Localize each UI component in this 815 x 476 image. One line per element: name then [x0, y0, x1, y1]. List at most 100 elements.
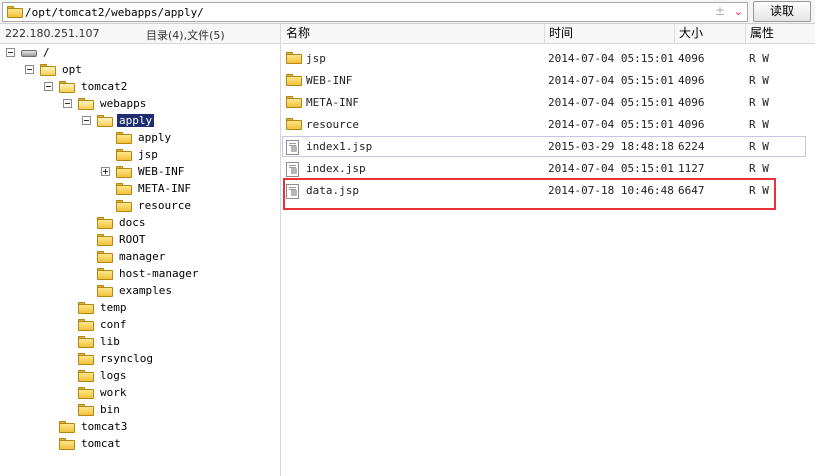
column-header-time[interactable]: 时间 [545, 24, 675, 44]
tree-label: logs [100, 369, 127, 382]
file-name: index.jsp [306, 162, 366, 175]
file-attr: R W [749, 96, 769, 109]
tree-node-root-dir[interactable]: ROOT [97, 231, 148, 248]
server-ip: 222.180.251.107 [5, 27, 100, 40]
file-size: 4096 [678, 118, 705, 131]
file-size: 4096 [678, 52, 705, 65]
tree-label-selected: apply [117, 114, 155, 127]
tree-node-conf[interactable]: conf [78, 316, 129, 333]
file-row[interactable]: index.jsp 2014-07-04 05:15:01 1127 R W [282, 158, 815, 179]
tree-node-work[interactable]: work [78, 384, 129, 401]
chevron-down-icon[interactable]: ⌄ [734, 5, 743, 18]
tree-label: ROOT [119, 233, 146, 246]
tree-node-meta-inf[interactable]: META-INF [116, 180, 193, 197]
collapse-icon[interactable] [63, 99, 72, 108]
file-row[interactable]: index1.jsp 2015-03-29 18:48:18 6224 R W [282, 136, 815, 157]
tree-label: manager [119, 250, 166, 263]
tree-node-examples[interactable]: examples [97, 282, 174, 299]
tree-node-opt[interactable]: opt [25, 61, 84, 78]
tree-node-tomcat[interactable]: tomcat [59, 435, 123, 452]
address-toolbar: /opt/tomcat2/webapps/apply/ ± ⌄ 读取 [0, 0, 815, 24]
tree-label: WEB-INF [138, 165, 185, 178]
tree-node-rsynclog[interactable]: rsynclog [78, 350, 155, 367]
file-time: 2014-07-04 05:15:01 [548, 74, 674, 87]
tree-node-resource[interactable]: resource [116, 197, 193, 214]
tree-label: tomcat3 [81, 420, 128, 433]
tree-label: META-INF [138, 182, 191, 195]
tree-label: conf [100, 318, 127, 331]
file-name: index1.jsp [306, 140, 373, 153]
tree-label: work [100, 386, 127, 399]
tree-node-jsp[interactable]: jsp [116, 146, 160, 163]
folder-icon [116, 131, 132, 144]
file-attr: R W [749, 118, 769, 131]
tree-node-manager[interactable]: manager [97, 248, 167, 265]
tree-header: 222.180.251.107 目录(4),文件(5) [0, 24, 280, 44]
tree-label: host-manager [119, 267, 199, 280]
read-button[interactable]: 读取 [753, 1, 811, 22]
folder-open-icon [40, 63, 56, 76]
folder-open-icon [59, 80, 75, 93]
folder-icon [116, 165, 132, 178]
column-header-attr[interactable]: 属性 [746, 24, 815, 44]
file-name: jsp [306, 52, 326, 65]
highlight-box [283, 178, 776, 210]
folder-icon [116, 148, 132, 161]
tree-node-web-inf[interactable]: WEB-INF [101, 163, 186, 180]
tree-label: lib [100, 335, 120, 348]
file-row[interactable]: WEB-INF 2014-07-04 05:15:01 4096 R W [282, 70, 815, 91]
folder-icon [59, 420, 75, 433]
column-header-size[interactable]: 大小 [675, 24, 746, 44]
collapse-icon[interactable] [6, 48, 15, 57]
folder-icon [97, 284, 113, 297]
tree-node-logs[interactable]: logs [78, 367, 129, 384]
tree-node-host-manager[interactable]: host-manager [97, 265, 200, 282]
tree-node-temp[interactable]: temp [78, 299, 129, 316]
plus-minus-icon[interactable]: ± [715, 4, 725, 18]
folder-icon [59, 437, 75, 450]
folder-icon [97, 216, 113, 229]
tree-node-tomcat2[interactable]: tomcat2 [44, 78, 129, 95]
folder-icon [78, 301, 94, 314]
tree-label: opt [62, 63, 82, 76]
tree-label: examples [119, 284, 172, 297]
tree-node-root[interactable]: / [6, 44, 52, 61]
file-size: 4096 [678, 74, 705, 87]
folder-icon [78, 386, 94, 399]
file-row[interactable]: resource 2014-07-04 05:15:01 4096 R W [282, 114, 815, 135]
folder-icon [97, 267, 113, 280]
path-text: /opt/tomcat2/webapps/apply/ [25, 6, 204, 19]
file-name: resource [306, 118, 359, 131]
folder-icon [78, 369, 94, 382]
file-time: 2014-07-04 05:15:01 [548, 96, 674, 109]
tree-label: tomcat2 [81, 80, 128, 93]
file-row[interactable]: jsp 2014-07-04 05:15:01 4096 R W [282, 48, 815, 69]
file-size: 4096 [678, 96, 705, 109]
file-row[interactable]: META-INF 2014-07-04 05:15:01 4096 R W [282, 92, 815, 113]
tree-label: temp [100, 301, 127, 314]
tree-node-apply[interactable]: apply [82, 112, 155, 129]
tree-node-webapps[interactable]: webapps [63, 95, 148, 112]
tree-node-docs[interactable]: docs [97, 214, 148, 231]
tree-label: docs [119, 216, 146, 229]
collapse-icon[interactable] [82, 116, 91, 125]
folder-icon [78, 352, 94, 365]
expand-icon[interactable] [101, 167, 110, 176]
tree-node-lib[interactable]: lib [78, 333, 122, 350]
file-size: 6224 [678, 140, 705, 153]
file-list-pane: 名称 时间 大小 属性 jsp 2014-07-04 05:15:01 4096… [282, 24, 815, 476]
path-input[interactable]: /opt/tomcat2/webapps/apply/ ± ⌄ [2, 2, 748, 22]
tree-node-bin[interactable]: bin [78, 401, 122, 418]
collapse-icon[interactable] [44, 82, 53, 91]
file-time: 2014-07-04 05:15:01 [548, 118, 674, 131]
tree-label: webapps [100, 97, 147, 110]
tree-node-tomcat3[interactable]: tomcat3 [59, 418, 129, 435]
folder-icon [78, 335, 94, 348]
column-header-name[interactable]: 名称 [282, 24, 545, 44]
tree-label: jsp [138, 148, 158, 161]
collapse-icon[interactable] [25, 65, 34, 74]
tree-label: / [43, 46, 50, 59]
folder-open-icon [78, 97, 94, 110]
tree-node-apply-sub[interactable]: apply [116, 129, 173, 146]
directory-tree-pane: 222.180.251.107 目录(4),文件(5) / opt tomcat… [0, 24, 281, 476]
